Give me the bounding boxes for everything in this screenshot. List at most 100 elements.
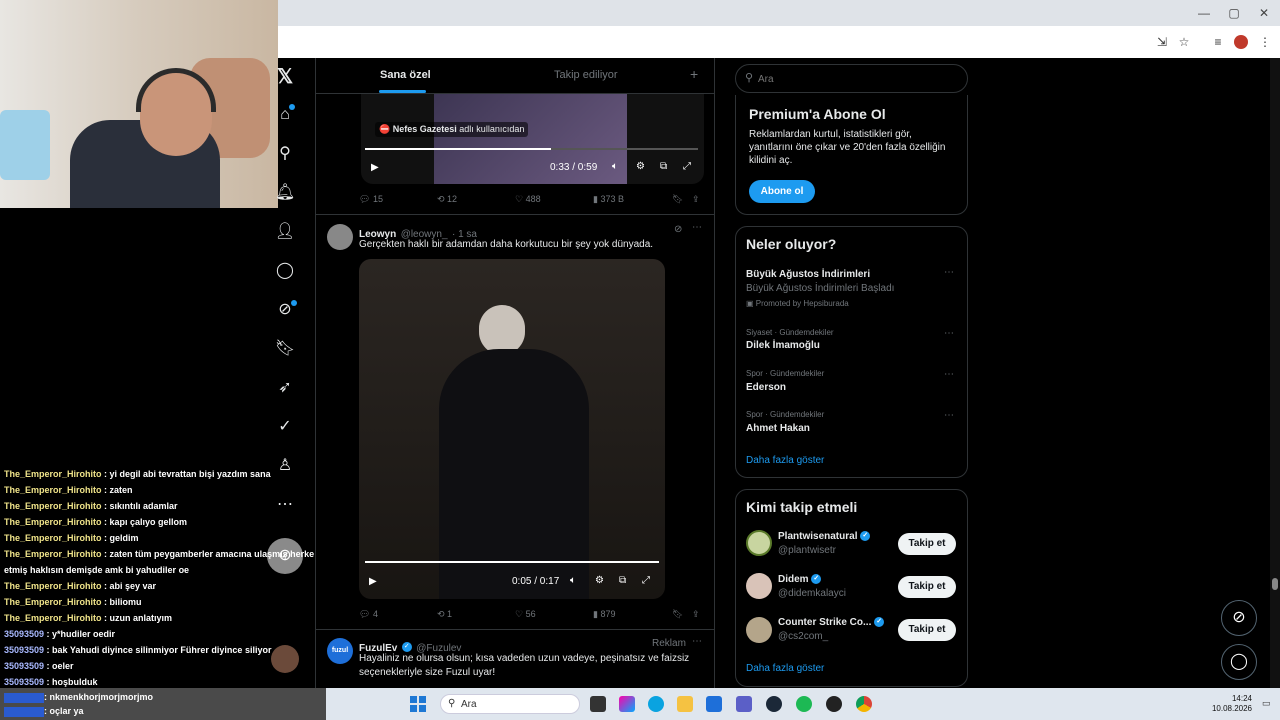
follow-user-name[interactable]: Plantwisenatural ✓ bbox=[778, 531, 871, 542]
bookmark-button[interactable]: 🔖︎ bbox=[672, 609, 683, 620]
tweet2-more-icon[interactable]: ⋯ bbox=[692, 222, 702, 233]
avatar[interactable] bbox=[746, 573, 772, 599]
chrome-icon[interactable] bbox=[856, 696, 872, 712]
tweet1-progress[interactable] bbox=[365, 148, 551, 150]
trend-name[interactable]: Dilek İmamoğlu bbox=[746, 340, 820, 351]
fullscreen-icon[interactable]: ⤢ bbox=[683, 161, 691, 172]
trend-name[interactable]: Ederson bbox=[746, 382, 786, 393]
pip-icon[interactable]: ⧉ bbox=[660, 161, 667, 172]
chat-text: : biliomu bbox=[101, 597, 142, 607]
browser-menu-icon[interactable]: ⋮ bbox=[1257, 34, 1273, 50]
search-box[interactable]: ⚲ bbox=[735, 64, 968, 93]
copilot-icon[interactable] bbox=[619, 696, 635, 712]
follow-user-name[interactable]: Didem ✓ bbox=[778, 574, 822, 585]
share-button[interactable]: ⇪ bbox=[692, 194, 700, 205]
like-button[interactable]: ♡ 488 bbox=[515, 194, 541, 205]
verified-icon[interactable]: ✓ bbox=[274, 416, 296, 438]
install-app-icon[interactable]: ⇲ bbox=[1154, 34, 1170, 50]
avatar[interactable] bbox=[327, 224, 353, 250]
fullscreen-icon[interactable]: ⤢ bbox=[642, 575, 650, 586]
reply-button[interactable]: 💬︎ 4 bbox=[359, 609, 378, 620]
tweet3-more-icon[interactable]: ⋯ bbox=[692, 636, 702, 647]
tweet2-progress[interactable] bbox=[365, 561, 659, 563]
repost-button[interactable]: ⟲ 12 bbox=[437, 194, 457, 205]
spotify-icon[interactable] bbox=[796, 696, 812, 712]
close-icon[interactable]: ✕ bbox=[1256, 6, 1272, 20]
maximize-icon[interactable]: ▢ bbox=[1226, 6, 1242, 20]
tab-for-you[interactable]: Sana özel bbox=[380, 69, 431, 81]
subscribe-button[interactable]: Abone ol bbox=[749, 180, 815, 203]
chat-message: The_Emperor_Hirohito : sıkıntılı adamlar bbox=[0, 498, 314, 514]
edge-icon[interactable] bbox=[648, 696, 664, 712]
tab-following[interactable]: Takip ediliyor bbox=[554, 69, 618, 81]
trend-more-icon[interactable]: ⋯ bbox=[944, 410, 954, 421]
task-view-icon[interactable] bbox=[590, 696, 606, 712]
settings-icon[interactable]: ⚙ bbox=[636, 161, 645, 172]
who-to-follow-show-more[interactable]: Daha fazla göster bbox=[746, 663, 824, 674]
views-button[interactable]: ▮ 373 B bbox=[593, 194, 624, 205]
taskbar-clock[interactable]: 14:24 10.08.2026 bbox=[1190, 694, 1252, 714]
avatar[interactable] bbox=[746, 530, 772, 556]
trends-show-more[interactable]: Daha fazla göster bbox=[746, 455, 824, 466]
settings-icon[interactable]: ⚙ bbox=[595, 575, 604, 586]
fuzul-avatar[interactable]: fuzul bbox=[327, 638, 353, 664]
messages-fab-icon[interactable]: ◯ bbox=[1221, 644, 1257, 680]
grok-icon[interactable]: ⊘ bbox=[274, 299, 297, 321]
add-tab-icon[interactable]: + bbox=[690, 66, 698, 82]
trend-more-icon[interactable]: ⋯ bbox=[944, 328, 954, 339]
jobs-icon[interactable]: ➶ bbox=[274, 377, 296, 399]
file-explorer-icon[interactable] bbox=[677, 696, 693, 712]
bookmarks-icon[interactable]: 🔖︎ bbox=[274, 338, 296, 360]
tweet1-source-overlay: ⛔ Nefes Gazetesi adlı kullanıcıdan bbox=[375, 122, 529, 137]
search-input[interactable] bbox=[758, 70, 958, 88]
trend-more-icon[interactable]: ⋯ bbox=[944, 267, 954, 278]
grok-small-icon[interactable]: ⊘ bbox=[674, 224, 682, 235]
teams-icon[interactable] bbox=[736, 696, 752, 712]
windows-start-icon[interactable] bbox=[410, 696, 426, 712]
bookmark-star-icon[interactable]: ☆ bbox=[1176, 34, 1192, 50]
follow-button[interactable]: Takip et bbox=[898, 619, 956, 641]
pip-icon[interactable]: ⧉ bbox=[619, 575, 626, 586]
timeline-tabs: Sana özel Takip ediliyor + bbox=[316, 58, 714, 94]
views-button[interactable]: ▮ 879 bbox=[593, 609, 615, 620]
notifications-icon[interactable]: ▭ bbox=[1262, 698, 1271, 709]
minimize-icon[interactable]: — bbox=[1196, 6, 1212, 20]
play-icon[interactable]: ▶ bbox=[369, 576, 377, 587]
tweet3-text-1: Hayaliniz ne olursa olsun; kısa vadeden … bbox=[359, 653, 690, 664]
chat-text: : zaten bbox=[101, 485, 133, 495]
follow-button[interactable]: Takip et bbox=[898, 576, 956, 598]
volume-icon[interactable]: 🔈︎ bbox=[570, 575, 576, 586]
play-icon[interactable]: ▶ bbox=[371, 162, 379, 173]
bookmark-button[interactable]: 🔖︎ bbox=[672, 194, 683, 205]
trend-name[interactable]: Ahmet Hakan bbox=[746, 423, 810, 434]
chat-bottom-line: : oçlar ya bbox=[44, 706, 84, 716]
follow-user-name[interactable]: Counter Strike Co... ✓ bbox=[778, 617, 885, 628]
add-user-icon[interactable]: 👤︎ bbox=[274, 221, 296, 243]
x-logo-icon[interactable]: 𝕏 bbox=[274, 66, 296, 88]
outlook-icon[interactable] bbox=[706, 696, 722, 712]
volume-icon[interactable]: 🔈︎ bbox=[612, 161, 618, 172]
follow-button[interactable]: Takip et bbox=[898, 533, 956, 555]
home-icon[interactable]: ⌂ bbox=[274, 104, 296, 126]
messages-icon[interactable]: ◯ bbox=[274, 260, 296, 282]
avatar[interactable] bbox=[746, 617, 772, 643]
repost-button[interactable]: ⟲ 1 bbox=[437, 609, 452, 620]
notifications-icon[interactable]: 🔔︎ bbox=[274, 182, 296, 204]
grok-fab-icon[interactable]: ⊘ bbox=[1221, 600, 1257, 636]
media-icon[interactable]: ≡ bbox=[1210, 34, 1226, 50]
trend-promoted-name[interactable]: Büyük Ağustos İndirimleri bbox=[746, 269, 870, 280]
taskbar-search[interactable]: ⚲ Ara bbox=[440, 694, 580, 714]
reply-button[interactable]: 💬︎ 15 bbox=[359, 194, 383, 205]
search-icon[interactable]: ⚲ bbox=[274, 143, 296, 165]
like-button[interactable]: ♡ 56 bbox=[515, 609, 536, 620]
premium-desc: Reklamlardan kurtul, istatistikleri gör,… bbox=[749, 129, 946, 166]
tweet2-video[interactable]: ▶ 0:05 / 0:17 🔈︎ ⚙ ⧉ ⤢ bbox=[359, 259, 665, 599]
trend-more-icon[interactable]: ⋯ bbox=[944, 369, 954, 380]
steam-icon[interactable] bbox=[766, 696, 782, 712]
profile-avatar-icon[interactable] bbox=[1234, 35, 1248, 49]
scrollbar-thumb[interactable] bbox=[1272, 578, 1278, 590]
premium-title: Premium'a Abone Ol bbox=[749, 106, 886, 122]
share-button[interactable]: ⇪ bbox=[692, 609, 700, 620]
obs-icon[interactable] bbox=[826, 696, 842, 712]
scrollbar[interactable] bbox=[1270, 58, 1280, 688]
